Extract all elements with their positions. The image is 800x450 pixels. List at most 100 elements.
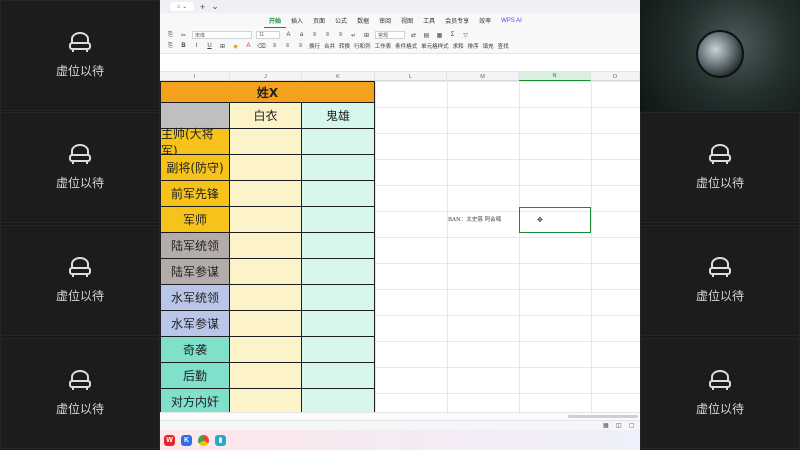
guixiong-cell[interactable] xyxy=(302,181,375,207)
bold-icon[interactable]: B xyxy=(179,42,188,50)
baiyi-cell[interactable] xyxy=(230,207,302,233)
row-col-label[interactable]: 行和列 xyxy=(354,42,371,50)
baiyi-cell[interactable] xyxy=(230,181,302,207)
baiyi-cell[interactable] xyxy=(230,285,302,311)
guixiong-cell[interactable] xyxy=(302,207,375,233)
format-painter-icon[interactable]: ⎘ xyxy=(166,42,175,50)
decrease-font-icon[interactable]: a xyxy=(297,31,306,39)
role-cell[interactable]: 后勤 xyxy=(160,363,230,389)
menu-tab-4[interactable]: 数据 xyxy=(352,13,374,28)
sheet-grid[interactable]: 姓X 白衣 鬼雄 主帅(大将军) 副将(防守) 前军先锋 军师 陆军统领 陆军参谋 水军统领 水军参… xyxy=(160,81,640,420)
ban-annotation[interactable]: BAN：太史慈 阿会喃 xyxy=(448,215,501,223)
menu-tab-2[interactable]: 页面 xyxy=(308,13,330,28)
menu-tab-8[interactable]: 会员专享 xyxy=(440,13,474,28)
baiyi-cell[interactable] xyxy=(230,129,302,155)
role-cell[interactable]: 水军参谋 xyxy=(160,311,230,337)
role-cell[interactable]: 陆军统领 xyxy=(160,233,230,259)
worksheet-label[interactable]: 工作表 xyxy=(375,42,392,50)
guixiong-cell[interactable] xyxy=(302,155,375,181)
convert-icon[interactable]: ⇄ xyxy=(409,31,418,39)
guixiong-cell[interactable] xyxy=(302,311,375,337)
increase-font-icon[interactable]: A xyxy=(284,31,293,39)
underline-icon[interactable]: U xyxy=(205,42,214,50)
header-guixiong[interactable]: 鬼雄 xyxy=(302,103,375,129)
view-layout-icon[interactable]: ◫ xyxy=(616,422,622,429)
baiyi-cell[interactable] xyxy=(230,311,302,337)
chrome-icon[interactable] xyxy=(198,434,209,446)
menu-tab-7[interactable]: 工具 xyxy=(418,13,440,28)
selected-cell[interactable]: ✥ xyxy=(519,207,591,233)
header-baiyi[interactable]: 白衣 xyxy=(230,103,302,129)
role-cell[interactable]: 主帅(大将军) xyxy=(160,127,230,158)
convert-label[interactable]: 转换 xyxy=(339,42,350,50)
guixiong-cell[interactable] xyxy=(302,337,375,363)
k-app-icon[interactable]: K xyxy=(181,434,192,446)
guixiong-cell[interactable] xyxy=(302,233,375,259)
baiyi-cell[interactable] xyxy=(230,337,302,363)
baiyi-cell[interactable] xyxy=(230,259,302,285)
align-left-icon[interactable]: ≡ xyxy=(270,42,279,50)
guixiong-cell[interactable] xyxy=(302,129,375,155)
menu-tab-6[interactable]: 视图 xyxy=(396,13,418,28)
fill-color-icon[interactable]: ◆ xyxy=(231,42,240,50)
align-center-icon[interactable]: ≡ xyxy=(283,42,292,50)
italic-icon[interactable]: I xyxy=(192,42,201,50)
document-tab[interactable]: ⌂ ⌄ xyxy=(170,2,194,11)
baiyi-cell[interactable] xyxy=(230,363,302,389)
column-header-O[interactable]: O xyxy=(591,72,640,81)
role-cell[interactable]: 副将(防守) xyxy=(160,155,230,181)
paste-icon[interactable]: ⎘ xyxy=(166,31,175,39)
cond-format-icon[interactable]: ▦ xyxy=(435,31,444,39)
app-icon[interactable]: ▮ xyxy=(215,434,226,446)
view-normal-icon[interactable]: ▦ xyxy=(603,422,609,429)
formula-bar[interactable] xyxy=(160,60,640,72)
align-middle-icon[interactable]: ≡ xyxy=(323,31,332,39)
merge-label[interactable]: 合并 xyxy=(324,42,335,50)
column-header-L[interactable]: L xyxy=(375,72,447,81)
sort-label[interactable]: 排序 xyxy=(468,42,479,50)
column-header-J[interactable]: J xyxy=(230,72,302,81)
sum-icon[interactable]: Σ xyxy=(448,31,457,39)
font-size-select[interactable]: 11 xyxy=(256,31,280,39)
baiyi-cell[interactable] xyxy=(230,155,302,181)
scroll-thumb[interactable] xyxy=(568,415,638,418)
font-color-icon[interactable]: A xyxy=(244,42,253,50)
cell-style-label[interactable]: 单元格样式 xyxy=(421,42,449,50)
find-label[interactable]: 查找 xyxy=(498,42,509,50)
row-col-icon[interactable]: ▤ xyxy=(422,31,431,39)
cond-format-label[interactable]: 条件格式 xyxy=(395,42,417,50)
align-bottom-icon[interactable]: ≡ xyxy=(336,31,345,39)
align-right-icon[interactable]: ≡ xyxy=(296,42,305,50)
menu-tab-5[interactable]: 审阅 xyxy=(374,13,396,28)
guixiong-cell[interactable] xyxy=(302,363,375,389)
font-name-select[interactable]: 宋体 xyxy=(192,31,252,39)
guixiong-cell[interactable] xyxy=(302,285,375,311)
menu-tab-10[interactable]: WPS AI xyxy=(496,13,527,28)
role-cell[interactable]: 奇袭 xyxy=(160,337,230,363)
column-header-K[interactable]: K xyxy=(302,72,375,81)
column-header-I[interactable]: I xyxy=(160,72,230,81)
menu-tab-0[interactable]: 开始 xyxy=(264,13,287,28)
wrap-text-icon[interactable]: ↵ xyxy=(349,31,358,39)
clear-icon[interactable]: ⌫ xyxy=(257,42,266,50)
wps-app-icon[interactable]: W xyxy=(164,434,175,446)
sum-label[interactable]: 求和 xyxy=(453,42,464,50)
column-header-N[interactable]: N xyxy=(519,72,591,81)
fill-label[interactable]: 填充 xyxy=(483,42,494,50)
horizontal-scrollbar[interactable] xyxy=(160,412,640,420)
align-top-icon[interactable]: ≡ xyxy=(310,31,319,39)
wrap-label[interactable]: 换行 xyxy=(309,42,320,50)
new-tab-icon[interactable]: + xyxy=(200,2,205,12)
role-cell[interactable]: 水军统领 xyxy=(160,285,230,311)
merge-cells-icon[interactable]: ⊞ xyxy=(362,31,371,39)
role-cell[interactable]: 军师 xyxy=(160,207,230,233)
number-format-select[interactable]: 常规 xyxy=(375,31,405,39)
chevron-down-icon[interactable]: ⌄ xyxy=(211,1,219,12)
menu-tab-1[interactable]: 插入 xyxy=(286,13,308,28)
menu-tab-9[interactable]: 效率 xyxy=(474,13,496,28)
role-cell[interactable]: 前军先锋 xyxy=(160,181,230,207)
filter-icon[interactable]: ▽ xyxy=(461,31,470,39)
participant-video-tile[interactable] xyxy=(640,0,800,111)
view-page-icon[interactable]: ▢ xyxy=(629,422,635,429)
menu-tab-3[interactable]: 公式 xyxy=(330,13,352,28)
